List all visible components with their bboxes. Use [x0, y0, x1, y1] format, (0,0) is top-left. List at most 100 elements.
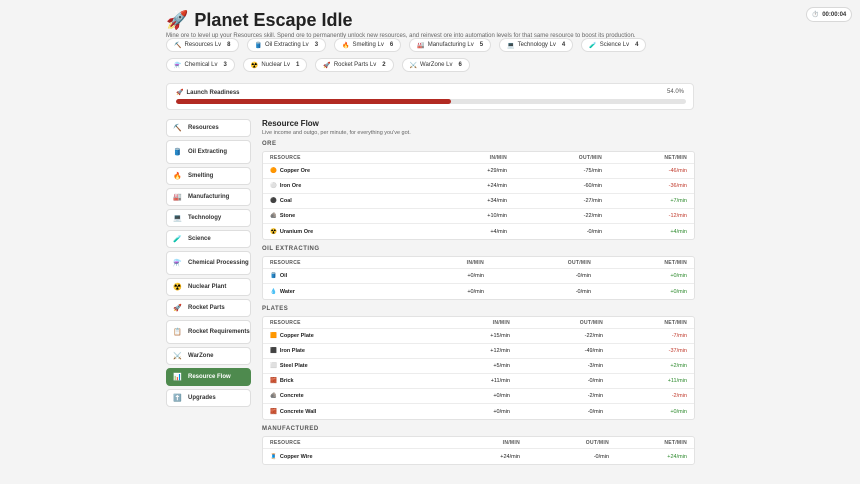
col-resource: RESOURCE — [270, 154, 301, 161]
sidebar-item-smelting[interactable]: 🔥 Smelting — [166, 167, 251, 185]
resource-icon: 🪨 — [270, 213, 277, 219]
sidebar-icon: 💻 — [173, 215, 182, 222]
sidebar-item-chemical-processing[interactable]: ⚗️ Chemical Processing — [166, 251, 251, 275]
table-row: 🪨 Stone +10/min -22/min -12/min — [263, 209, 694, 224]
skill-chip-science: 🧪 Science Lv 4 — [581, 38, 647, 52]
app-header: 🚀 Planet Escape Idle Mine ore to level u… — [166, 9, 696, 39]
skill-label: Rocket Parts Lv — [333, 62, 377, 68]
skill-level: 4 — [561, 42, 566, 48]
sidebar-icon: 🏭 — [173, 194, 182, 201]
skill-chip-nuclear: ☢️ Nuclear Lv 1 — [242, 58, 308, 72]
skill-icon: ⛏️ — [174, 42, 182, 49]
sidebar-item-upgrades[interactable]: ⬆️ Upgrades — [166, 389, 251, 407]
in-rate: +4/min — [490, 228, 507, 235]
net-rate: -46/min — [668, 168, 687, 174]
skill-label: Science Lv — [599, 42, 630, 48]
launch-readiness-label: 🚀 Launch Readiness — [176, 89, 240, 97]
out-rate: -22/min — [584, 333, 603, 339]
resource-name: 🧵 Copper Wire — [270, 454, 440, 460]
resource-label: Copper Wire — [279, 453, 313, 460]
net-rate: +4/min — [670, 228, 687, 235]
sidebar-item-label: WarZone — [188, 352, 214, 359]
sidebar-item-rocket-parts[interactable]: 🚀 Rocket Parts — [166, 299, 251, 317]
resource-icon: ⚪ — [270, 183, 277, 189]
skill-label: Nuclear Lv — [261, 62, 291, 68]
skill-level: 3 — [223, 62, 227, 68]
rocket-icon: 🚀 — [166, 10, 189, 30]
sidebar-item-oil-extracting[interactable]: 🛢️ Oil Extracting — [166, 140, 251, 164]
flow-table-ore: RESOURCE IN/MIN OUT/MIN NET/MIN 🟠 Copper Ore +… — [262, 151, 695, 240]
resource-label: Coal — [279, 198, 292, 204]
resource-icon: 🧱 — [270, 378, 277, 384]
sidebar-item-rocket-requirements[interactable]: 📋 Rocket Requirements — [166, 320, 251, 344]
resource-icon: 🧵 — [270, 453, 277, 460]
net-rate: +0/min — [670, 288, 687, 295]
section-title: ORE — [262, 141, 277, 147]
skill-label: WarZone Lv — [420, 62, 453, 68]
sidebar-item-label: Oil Extracting — [188, 148, 228, 155]
in-rate: +24/min — [500, 453, 520, 460]
resource-icon: 🟧 — [270, 333, 277, 339]
sidebar-item-manufacturing[interactable]: 🏭 Manufacturing — [166, 188, 251, 206]
sidebar-item-label: Chemical Processing — [188, 259, 249, 266]
sidebar-item-label: Resource Flow — [188, 373, 231, 380]
launch-progress-fill — [176, 99, 452, 104]
out-rate: -27/min — [583, 198, 602, 204]
resource-icon: ⬛ — [270, 348, 277, 354]
col-net: NET/MIN — [664, 259, 687, 266]
sidebar-icon: ☢️ — [173, 284, 182, 291]
sidebar-icon: 🧪 — [173, 236, 182, 243]
net-rate: +11/min — [667, 378, 687, 384]
skill-label: Chemical Lv — [184, 62, 218, 68]
sidebar-icon: 🚀 — [173, 305, 182, 312]
resource-label: Iron Plate — [279, 348, 305, 354]
col-net: NET/MIN — [664, 319, 687, 326]
in-rate: +10/min — [487, 213, 507, 219]
resource-name: ⚫ Coal — [270, 198, 420, 204]
in-rate: +5/min — [493, 363, 510, 369]
skill-icon: 🛢️ — [254, 42, 262, 49]
sidebar-item-resource-flow[interactable]: 📊 Resource Flow — [166, 368, 251, 386]
net-rate: -2/min — [671, 393, 687, 399]
table-row: ⚫ Coal +34/min -27/min +7/min — [263, 194, 694, 209]
resource-label: Concrete Wall — [279, 408, 317, 415]
col-resource: RESOURCE — [270, 439, 301, 446]
sidebar-item-warzone[interactable]: ⚔️ WarZone — [166, 347, 251, 365]
net-rate: -7/min — [671, 333, 687, 339]
out-rate: -60/min — [583, 183, 602, 189]
sidebar-icon: 📊 — [173, 374, 182, 381]
skill-icon: 🚀 — [323, 62, 331, 69]
resource-label: Oil — [279, 273, 288, 279]
out-rate: -0/min — [586, 228, 602, 235]
sidebar-item-science[interactable]: 🧪 Science — [166, 230, 251, 248]
sidebar-item-label: Science — [188, 235, 211, 242]
timer-value: 00:00:04 — [822, 11, 847, 18]
section-title: OIL EXTRACTING — [262, 246, 320, 252]
sidebar-item-label: Upgrades — [188, 394, 216, 401]
sidebar-item-technology[interactable]: 💻 Technology — [166, 209, 251, 227]
skill-chip-rocket-parts: 🚀 Rocket Parts Lv 2 — [315, 58, 394, 72]
col-net: NET/MIN — [664, 439, 687, 446]
table-row: 🧵 Copper Wire +24/min -0/min +24/min — [263, 449, 694, 464]
resource-label: Stone — [279, 213, 296, 219]
resource-icon: 🟠 — [270, 168, 277, 174]
resource-name: ⬜ Steel Plate — [270, 363, 415, 369]
resource-icon: 🧱 — [270, 408, 277, 415]
flow-table-oil-extracting: RESOURCE IN/MIN OUT/MIN NET/MIN 🛢️ Oil +0/min -… — [262, 256, 695, 300]
skill-level: 2 — [382, 62, 386, 68]
skill-chip-oil-extracting: 🛢️ Oil Extracting Lv 3 — [246, 38, 327, 52]
out-rate: -22/min — [583, 213, 602, 219]
resource-name: ⚪ Iron Ore — [270, 183, 420, 189]
app-title: 🚀 Planet Escape Idle — [166, 9, 696, 31]
table-row: ⬛ Iron Plate +12/min -49/min -37/min — [263, 344, 694, 359]
table-row: 🪨 Concrete +0/min -2/min -2/min — [263, 389, 694, 404]
sidebar-item-nuclear-plant[interactable]: ☢️ Nuclear Plant — [166, 278, 251, 296]
table-row: ☢️ Uranium Ore +4/min -0/min +4/min — [263, 224, 694, 239]
table-row: 🧱 Concrete Wall +0/min -0/min +0/min — [263, 404, 694, 419]
sidebar-item-label: Resources — [188, 124, 219, 131]
resource-icon: 🛢️ — [270, 273, 277, 279]
in-rate: +0/min — [467, 273, 484, 279]
resource-label: Brick — [279, 378, 294, 384]
sidebar-item-resources[interactable]: ⛏️ Resources — [166, 119, 251, 137]
resource-icon: ⚫ — [270, 198, 277, 204]
